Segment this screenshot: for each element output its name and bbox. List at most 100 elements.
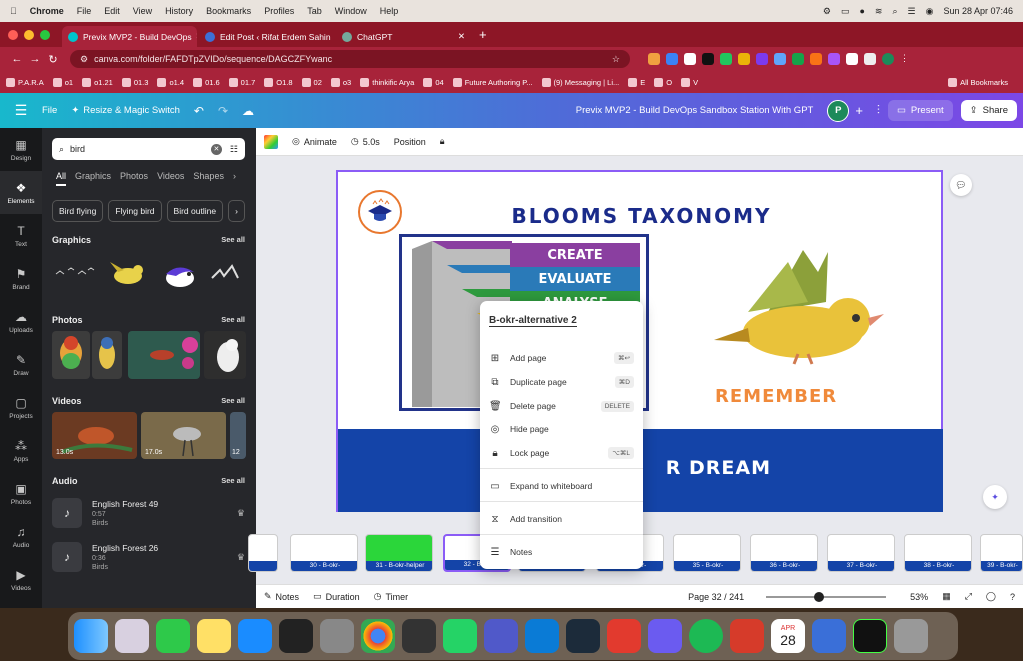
rail-text[interactable]: T Text <box>0 214 42 257</box>
vscode-icon[interactable] <box>525 619 559 653</box>
grid-view-icon[interactable]: ▦ <box>942 591 951 602</box>
see-all-link[interactable]: See all <box>221 476 245 486</box>
clear-icon[interactable]: ✕ <box>210 143 222 155</box>
app-store-icon[interactable] <box>238 619 272 653</box>
audio-item[interactable]: ♪ English Forest 26 0:36 Birds ♛ <box>52 539 245 575</box>
menu-help[interactable]: Help <box>380 6 399 16</box>
search-input[interactable]: bird <box>70 144 85 154</box>
bookmark-item[interactable]: o1 <box>52 77 73 87</box>
all-bookmarks[interactable]: All Bookmarks <box>948 77 1008 87</box>
tab-photos[interactable]: Photos <box>120 171 148 186</box>
bookmark-item[interactable]: P.A.R.A <box>6 77 44 87</box>
bookmark-item[interactable]: o1.21 <box>82 77 113 87</box>
finder-icon[interactable] <box>74 619 108 653</box>
menu-view[interactable]: View <box>133 6 152 16</box>
perplexity-icon[interactable] <box>648 619 682 653</box>
chip-bird-flying[interactable]: Bird flying <box>52 200 104 222</box>
notes-app-icon[interactable] <box>197 619 231 653</box>
terminal-icon[interactable] <box>279 619 313 653</box>
file-menu-button[interactable]: File <box>42 105 57 116</box>
page-thumb[interactable]: 30 - B-okr- <box>290 534 358 572</box>
bookmark-item[interactable]: (9) Messaging | Li... <box>541 77 619 87</box>
back-icon[interactable]: ← <box>8 53 26 65</box>
menu-edit[interactable]: Edit <box>104 6 120 16</box>
teams-icon[interactable] <box>484 619 518 653</box>
url-field[interactable]: ⚙ canva.com/folder/FAFDTpZVIDo/sequence/… <box>70 50 630 68</box>
spotify-icon[interactable] <box>689 619 723 653</box>
design-title[interactable]: Previx MVP2 - Build DevOps Sandbox Stati… <box>576 105 814 116</box>
extension-icon[interactable] <box>774 53 786 65</box>
menu-tab[interactable]: Tab <box>307 6 322 16</box>
minimize-window-button[interactable] <box>24 29 34 40</box>
extension-icon[interactable] <box>792 53 804 65</box>
bookmark-item[interactable]: E <box>628 77 645 87</box>
present-button[interactable]: ▭ Present <box>887 100 953 121</box>
bookmark-item[interactable]: O <box>654 77 672 87</box>
page-name-field[interactable]: B-okr-alternative 2 <box>489 315 577 327</box>
search-icon[interactable]: ⌕ <box>892 6 897 17</box>
profile-avatar[interactable] <box>882 53 894 65</box>
duplicate-page-item[interactable]: ⧉ Duplicate page ⌘D <box>480 371 643 393</box>
notes-item[interactable]: ☰ Notes <box>480 541 643 563</box>
clock-text[interactable]: Sun 28 Apr 07:46 <box>943 6 1013 16</box>
star-icon[interactable]: ☆ <box>612 54 620 65</box>
rail-uploads[interactable]: ☁ Uploads <box>0 300 42 343</box>
extension-icon[interactable] <box>738 53 750 65</box>
tab-edit-post[interactable]: Edit Post ‹ Rifat Erdem Sahin ✕ <box>199 26 334 47</box>
tab-shapes[interactable]: Shapes <box>193 171 224 186</box>
bookmark-item[interactable]: thinkific Arya <box>360 77 414 87</box>
photo-bluebird[interactable] <box>92 331 122 379</box>
search-box[interactable]: ⌕ bird ✕ ☷ <box>52 138 245 160</box>
bookmark-item[interactable]: O1.8 <box>264 77 293 87</box>
extension-icon[interactable] <box>720 53 732 65</box>
page-thumb[interactable]: 35 - B-okr- <box>673 534 741 572</box>
photo-hummingbird[interactable] <box>128 331 200 379</box>
chip-bird-outline[interactable]: Bird outline <box>166 200 224 222</box>
trash-dock-icon[interactable] <box>894 619 928 653</box>
magic-assistant-icon[interactable]: ✦ <box>983 485 1007 509</box>
close-icon[interactable]: ✕ <box>331 31 334 42</box>
duration-button[interactable]: ◷ 5.0s <box>351 136 380 147</box>
obs-icon[interactable] <box>402 619 436 653</box>
kebab-menu-icon[interactable]: ⋮ <box>900 53 909 65</box>
color-swatch-icon[interactable] <box>264 134 278 149</box>
filter-icon[interactable]: ☷ <box>230 144 238 155</box>
close-icon[interactable]: ✕ <box>454 31 465 42</box>
rail-audio[interactable]: ♫ Audio <box>0 515 42 558</box>
graphic-purple-bird[interactable] <box>156 256 204 292</box>
fullscreen-icon[interactable]: ⤢ <box>965 591 972 602</box>
menu-chrome[interactable]: Chrome <box>30 6 64 16</box>
menu-file[interactable]: File <box>77 6 92 16</box>
tune-icon[interactable]: ⚙ <box>80 54 88 65</box>
expand-whiteboard-item[interactable]: ▭ Expand to whiteboard <box>480 475 643 497</box>
new-tab-icon[interactable]: + <box>479 27 487 42</box>
bookmark-item[interactable]: Future Authoring P... <box>452 77 533 87</box>
add-collaborator-icon[interactable]: + <box>855 103 863 118</box>
bookmark-item[interactable]: V <box>681 77 698 87</box>
menu-bookmarks[interactable]: Bookmarks <box>206 6 251 16</box>
extension-icon[interactable] <box>648 53 660 65</box>
resize-magic-switch-button[interactable]: ✦ Resize & Magic Switch <box>71 105 180 116</box>
forward-icon[interactable]: → <box>26 53 44 65</box>
puzzle-icon[interactable] <box>846 53 858 65</box>
page-thumb[interactable]: 38 - B-okr- <box>904 534 972 572</box>
tab-previx[interactable]: Previx MVP2 - Build DevOps ✕ <box>62 26 197 47</box>
timer-button[interactable]: ◷ Timer <box>374 591 409 602</box>
extension-icon[interactable] <box>684 53 696 65</box>
bookmark-item[interactable]: 01.3 <box>121 77 148 87</box>
rail-apps[interactable]: ⁂ Apps <box>0 429 42 472</box>
zoom-slider-thumb[interactable] <box>814 591 825 602</box>
graphic-birds-flock[interactable] <box>52 256 100 292</box>
settings-icon[interactable] <box>320 619 354 653</box>
lock-icon[interactable]: 🔒︎ <box>440 136 445 147</box>
photo-cockatoo[interactable] <box>204 331 246 379</box>
share-button[interactable]: ⇪ Share <box>960 100 1017 121</box>
avatar[interactable]: P <box>827 99 850 122</box>
audio-item[interactable]: ♪ English Forest 49 0:57 Birds ♛ <box>52 495 245 531</box>
anydesk-icon[interactable] <box>607 619 641 653</box>
animate-button[interactable]: ◎ Animate <box>292 136 337 147</box>
chrome-icon[interactable] <box>361 619 395 653</box>
bookmark-item[interactable]: 02 <box>301 77 322 87</box>
bookmark-item[interactable]: 01.7 <box>228 77 255 87</box>
rail-design[interactable]: ▦ Design <box>0 128 42 171</box>
